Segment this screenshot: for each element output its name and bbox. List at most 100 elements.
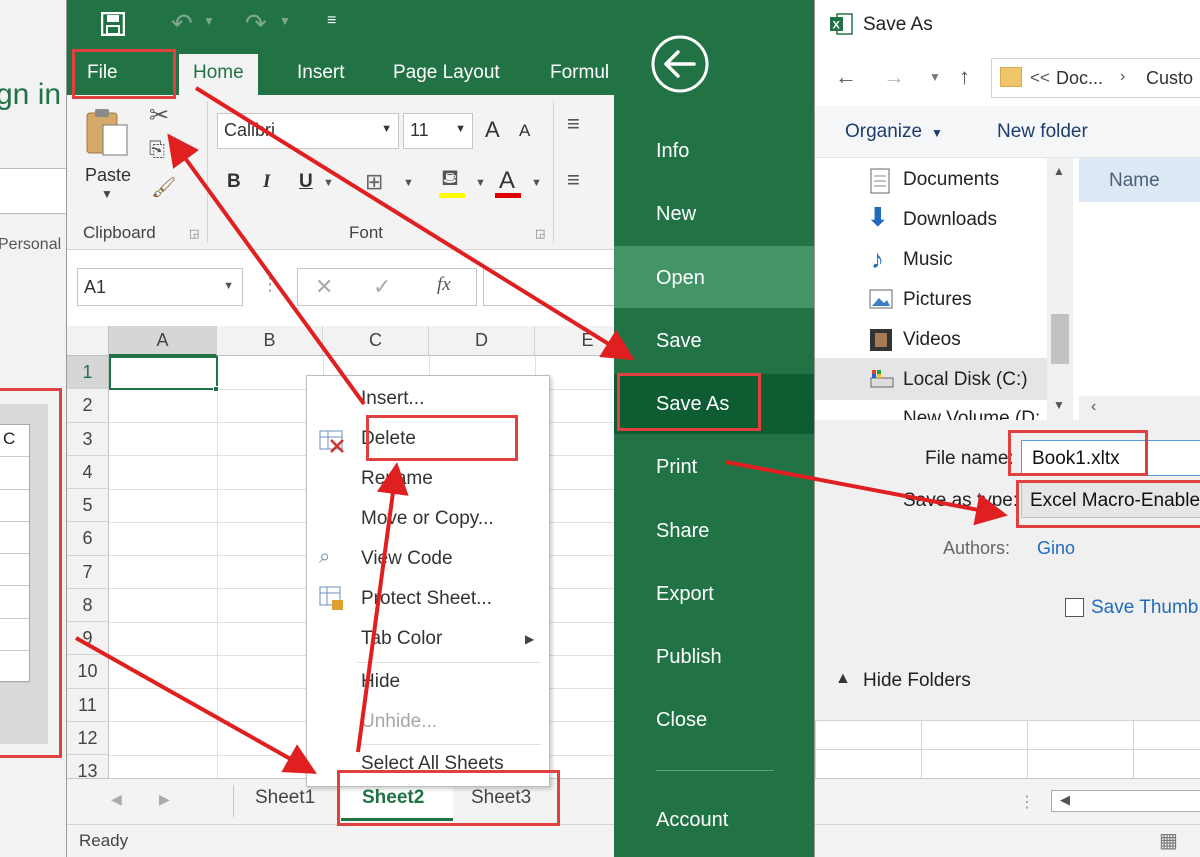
row-header[interactable]: 2 xyxy=(67,389,109,423)
font-name-dropdown[interactable]: Calibri ▼ xyxy=(217,113,399,149)
menu-item-move-copy[interactable]: Move or Copy... xyxy=(361,508,494,530)
font-color-dropdown-icon[interactable]: ▼ xyxy=(531,177,542,189)
fill-handle[interactable] xyxy=(213,386,219,392)
row-header[interactable]: 10 xyxy=(67,655,109,689)
row-header[interactable]: 8 xyxy=(67,588,109,622)
scroll-right-icon[interactable]: ▶ xyxy=(159,791,170,808)
column-header[interactable]: A xyxy=(109,326,217,356)
grow-font-button[interactable]: A xyxy=(485,117,500,143)
active-cell[interactable] xyxy=(109,356,218,390)
backstage-save[interactable]: Save xyxy=(656,330,702,353)
h-scrollbar[interactable]: ‹ xyxy=(1079,396,1200,420)
menu-item-hide[interactable]: Hide xyxy=(361,671,400,693)
scroll-down-icon[interactable]: ▼ xyxy=(1053,398,1065,412)
row-header[interactable]: 11 xyxy=(67,688,109,722)
nav-item-documents[interactable]: Documents xyxy=(903,169,999,191)
align-left-icon[interactable]: ≡ xyxy=(567,167,580,193)
font-size-dropdown[interactable]: 11 ▼ xyxy=(403,113,473,149)
path-segment[interactable]: Custo xyxy=(1146,68,1193,89)
formula-input[interactable] xyxy=(483,268,614,306)
format-painter-icon[interactable]: 🖌 xyxy=(151,175,176,200)
cancel-icon[interactable]: ✕ xyxy=(315,274,333,300)
address-bar[interactable]: << Doc... › Custo xyxy=(991,58,1200,98)
align-top-icon[interactable]: ≡ xyxy=(567,111,580,137)
hide-folders-button[interactable]: Hide Folders xyxy=(863,670,971,692)
backstage-account[interactable]: Account xyxy=(656,809,728,832)
paste-dropdown-icon[interactable]: ▼ xyxy=(101,187,113,201)
row-header[interactable]: 9 xyxy=(67,622,109,656)
scroll-left-icon[interactable]: ◀ xyxy=(1060,792,1070,808)
authors-value[interactable]: Gino xyxy=(1037,538,1075,559)
name-column-header[interactable]: Name xyxy=(1079,158,1200,202)
menu-item-tab-color[interactable]: Tab Color xyxy=(361,628,442,650)
column-header[interactable]: D xyxy=(429,326,535,356)
select-all-button[interactable] xyxy=(67,326,109,356)
redo-icon[interactable]: ↷ xyxy=(245,8,267,39)
backstage-publish[interactable]: Publish xyxy=(656,646,722,669)
nav-item-local-disk[interactable]: Local Disk (C:) xyxy=(903,369,1028,391)
menu-item-rename[interactable]: Rename xyxy=(361,468,433,490)
clipboard-launcher-icon[interactable]: ◲ xyxy=(189,227,199,240)
row-header[interactable]: 3 xyxy=(67,422,109,456)
tab-insert[interactable]: Insert xyxy=(297,62,345,84)
background-input[interactable] xyxy=(0,168,66,214)
back-icon[interactable]: ← xyxy=(835,64,857,90)
underline-button[interactable]: U xyxy=(299,171,313,193)
save-thumbnail-checkbox[interactable] xyxy=(1065,598,1084,617)
nav-item-downloads[interactable]: Downloads xyxy=(903,209,997,231)
normal-view-icon[interactable]: ▦ xyxy=(1159,828,1178,853)
scroll-left-icon[interactable]: ‹ xyxy=(1091,398,1096,416)
enter-icon[interactable]: ✓ xyxy=(373,274,391,300)
forward-icon[interactable]: → xyxy=(883,64,905,90)
italic-button[interactable]: I xyxy=(263,171,270,193)
recent-dropdown-icon[interactable]: ▼ xyxy=(929,70,941,84)
tab-formulas[interactable]: Formul xyxy=(550,62,609,84)
backstage-share[interactable]: Share xyxy=(656,520,709,543)
organize-dropdown-icon[interactable]: ▼ xyxy=(931,126,943,140)
chevron-up-icon[interactable]: ▲ xyxy=(835,670,851,688)
organize-button[interactable]: Organize xyxy=(845,121,922,143)
scroll-up-icon[interactable]: ▲ xyxy=(1053,164,1065,178)
borders-dropdown-icon[interactable]: ▼ xyxy=(403,177,414,189)
back-arrow-icon[interactable] xyxy=(650,34,710,94)
save-thumbnail-label[interactable]: Save Thumb xyxy=(1091,597,1198,619)
font-color-button[interactable]: A xyxy=(499,167,515,195)
menu-item-insert[interactable]: Insert... xyxy=(361,388,424,410)
borders-icon[interactable]: ⊞ xyxy=(365,169,383,195)
backstage-print[interactable]: Print xyxy=(656,456,697,479)
row-header[interactable]: 1 xyxy=(67,356,109,390)
copy-icon[interactable]: ⎘ xyxy=(149,139,165,162)
customize-icon[interactable]: ≡ xyxy=(327,12,336,30)
column-header[interactable]: B xyxy=(217,326,323,356)
h-scrollbar[interactable]: ◀ xyxy=(1051,790,1200,812)
up-icon[interactable]: ↑ xyxy=(959,64,970,90)
undo-icon[interactable]: ↶ xyxy=(171,8,193,39)
font-launcher-icon[interactable]: ◲ xyxy=(535,227,545,240)
insert-function-icon[interactable]: fx xyxy=(437,274,451,296)
paste-icon[interactable] xyxy=(85,107,131,159)
backstage-new[interactable]: New xyxy=(656,203,696,226)
fill-color-icon[interactable]: ⛾ xyxy=(441,165,459,194)
scroll-left-icon[interactable]: ◀ xyxy=(111,791,122,808)
row-header[interactable]: 6 xyxy=(67,522,109,556)
backstage-close[interactable]: Close xyxy=(656,709,707,732)
redo-dropdown-icon[interactable]: ▼ xyxy=(279,14,291,28)
nav-item-music[interactable]: Music xyxy=(903,249,953,271)
name-box[interactable]: A1 ▼ xyxy=(77,268,243,306)
menu-item-protect-sheet[interactable]: Protect Sheet... xyxy=(361,588,492,610)
row-header[interactable]: 4 xyxy=(67,455,109,489)
backstage-export[interactable]: Export xyxy=(656,583,714,606)
tab-page-layout[interactable]: Page Layout xyxy=(393,62,500,84)
backstage-open[interactable]: Open xyxy=(656,267,705,290)
shrink-font-button[interactable]: A xyxy=(519,121,530,141)
underline-dropdown-icon[interactable]: ▼ xyxy=(323,177,334,189)
nav-item-videos[interactable]: Videos xyxy=(903,329,961,351)
path-segment[interactable]: Doc... xyxy=(1056,68,1103,89)
row-header[interactable]: 12 xyxy=(67,721,109,755)
column-header[interactable]: C xyxy=(323,326,429,356)
fill-dropdown-icon[interactable]: ▼ xyxy=(475,177,486,189)
row-header[interactable]: 5 xyxy=(67,489,109,523)
column-header[interactable]: E xyxy=(535,326,614,356)
cut-icon[interactable]: ✂ xyxy=(149,101,169,130)
save-icon[interactable] xyxy=(101,12,125,36)
